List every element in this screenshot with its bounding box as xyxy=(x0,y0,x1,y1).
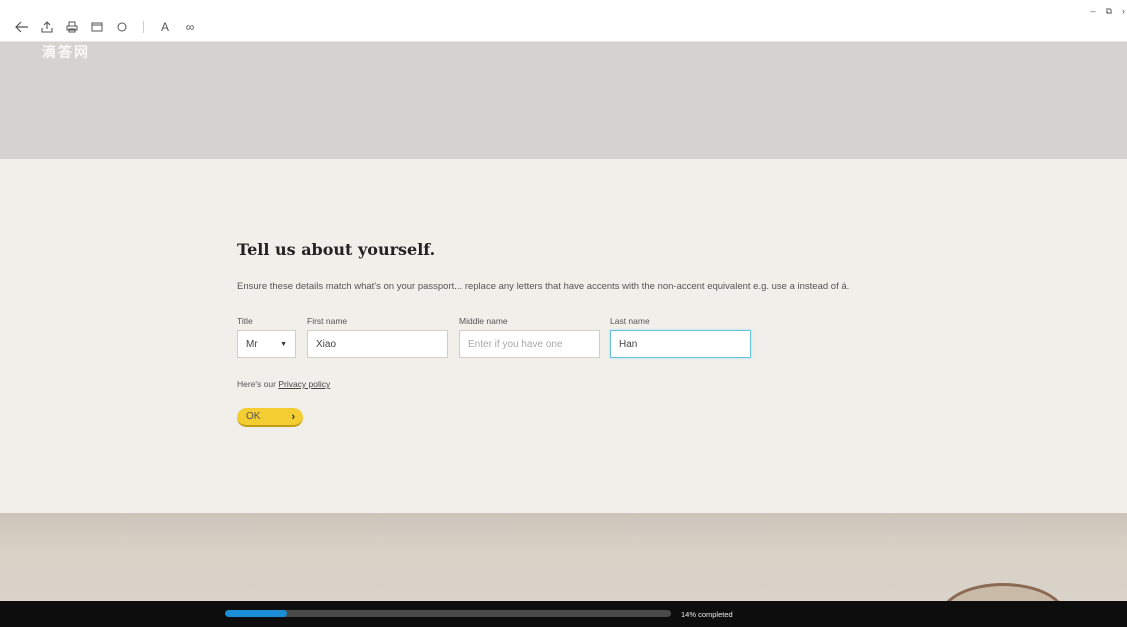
middle-name-field: Middle name Enter if you have one xyxy=(459,316,600,358)
print-icon[interactable] xyxy=(64,19,80,35)
form-heading: Tell us about yourself. xyxy=(237,240,436,259)
middle-name-input[interactable]: Enter if you have one xyxy=(459,330,600,358)
restore-icon[interactable]: ⧉ xyxy=(1106,6,1112,17)
first-name-input[interactable]: Xiao xyxy=(307,330,448,358)
chevron-right-icon: › xyxy=(291,410,295,423)
title-select-value: Mr xyxy=(246,338,258,350)
last-name-field: Last name Han xyxy=(610,316,751,358)
privacy-policy-link[interactable]: Privacy policy xyxy=(278,379,330,389)
ok-button[interactable]: OK › xyxy=(237,408,303,427)
toolbar-divider xyxy=(143,21,144,33)
title-label: Title xyxy=(237,316,253,326)
form-description: Ensure these details match what's on you… xyxy=(237,281,850,292)
window-icon[interactable] xyxy=(89,19,105,35)
font-icon[interactable]: A xyxy=(157,19,173,35)
bowl-image xyxy=(940,583,1066,601)
ok-button-label: OK xyxy=(246,411,261,422)
progress-fill xyxy=(225,610,288,617)
progress-track xyxy=(225,610,671,617)
top-toolbar: A ∞ – ⧉ › xyxy=(0,0,1127,42)
last-name-label: Last name xyxy=(610,316,650,326)
hero-banner-bottom xyxy=(0,513,1127,601)
upload-icon[interactable] xyxy=(39,19,55,35)
first-name-label: First name xyxy=(307,316,348,326)
hero-banner-top xyxy=(0,42,1127,159)
first-name-field: First name Xiao xyxy=(307,316,448,358)
back-arrow-icon[interactable] xyxy=(14,19,30,35)
privacy-notice: Here's our Privacy policy xyxy=(237,379,330,389)
window-controls: – ⧉ › xyxy=(1091,6,1125,17)
last-name-input[interactable]: Han xyxy=(610,330,751,358)
dropdown-arrow-icon: ▼ xyxy=(280,340,287,348)
progress-label: 14% completed xyxy=(681,610,733,619)
middle-name-label: Middle name xyxy=(459,316,508,326)
link-icon[interactable]: ∞ xyxy=(182,19,198,35)
title-select[interactable]: Mr ▼ xyxy=(237,330,296,358)
close-icon[interactable]: › xyxy=(1122,6,1125,17)
search-icon[interactable] xyxy=(114,19,130,35)
watermark: 滴答网 xyxy=(42,44,90,60)
title-field: Title Mr ▼ xyxy=(237,316,296,358)
privacy-prefix: Here's our xyxy=(237,379,279,389)
minimize-icon[interactable]: – xyxy=(1091,6,1096,17)
progress-footer: 14% completed xyxy=(0,601,1127,627)
toolbar-icons: A ∞ xyxy=(14,19,198,35)
